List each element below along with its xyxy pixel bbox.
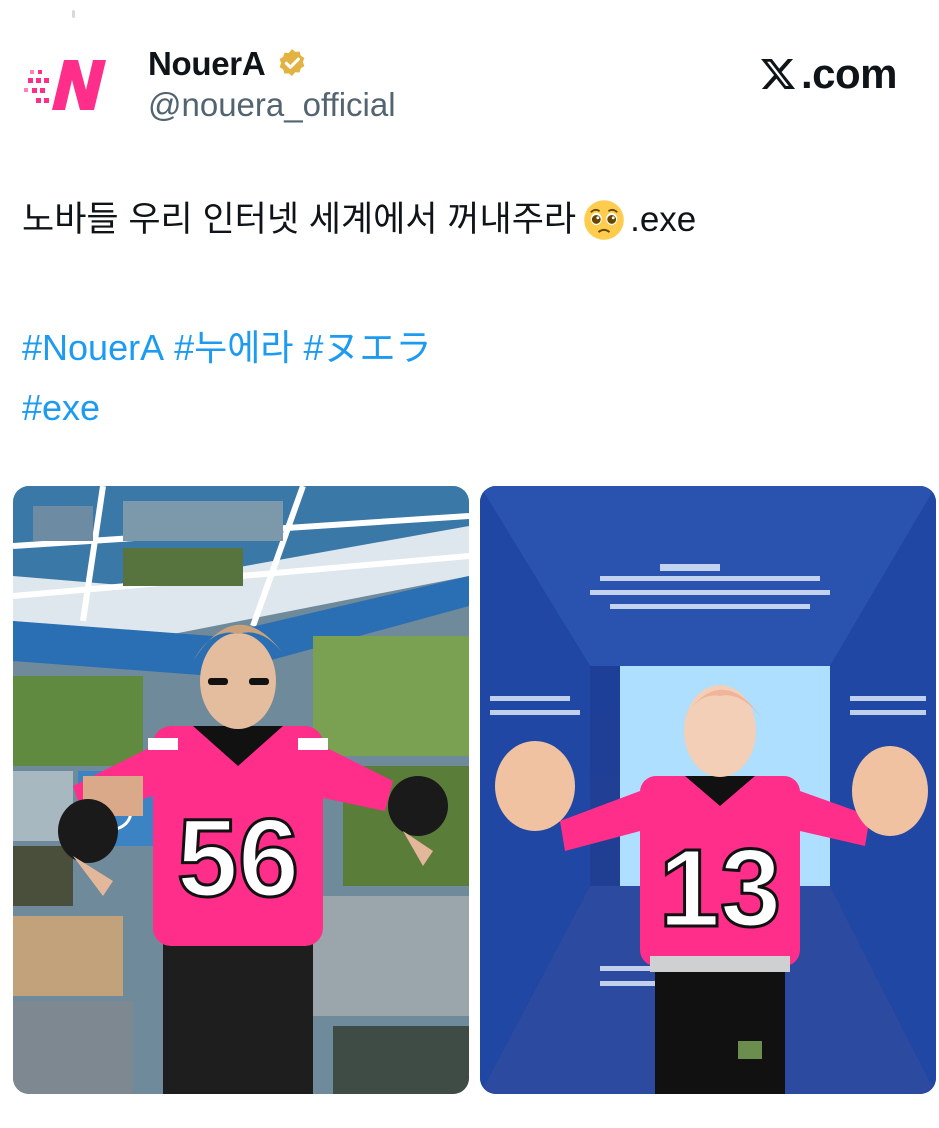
top-handle <box>72 10 75 18</box>
jersey-number-right: 13 <box>659 827 781 950</box>
pleading-face-emoji <box>584 200 624 240</box>
tweet-body: 노바들 우리 인터넷 세계에서 꺼내주라 <box>22 200 577 239</box>
site-link[interactable]: .com <box>759 50 898 98</box>
photo-left[interactable]: 56 <box>13 486 469 1094</box>
hashtag-line-2: #exe <box>22 378 442 438</box>
jersey-number-left: 56 <box>177 797 299 920</box>
site-label: .com <box>800 50 898 97</box>
hashtag-line-1: #NouerA #누에라 #ヌエラ <box>22 318 442 378</box>
tweet-suffix: .exe <box>630 200 697 239</box>
media-grid: 56 13 <box>13 486 936 1094</box>
hashtags: #NouerA #누에라 #ヌエラ #exe <box>22 318 442 438</box>
tweet-header: NouerA @nouera_official .com <box>22 38 917 134</box>
hashtag-nouera-jp[interactable]: #ヌエラ <box>303 327 431 368</box>
x-logo-icon <box>761 58 796 90</box>
hashtag-nouera[interactable]: #NouerA <box>22 327 164 368</box>
hashtag-nouera-kr[interactable]: #누에라 <box>174 327 293 368</box>
nouera-logo-icon[interactable] <box>22 48 118 120</box>
display-name[interactable]: NouerA <box>148 45 266 83</box>
verified-badge-icon <box>280 49 305 77</box>
account-handle[interactable]: @nouera_official <box>148 86 396 124</box>
photo-right[interactable]: 13 <box>480 486 936 1094</box>
hashtag-exe[interactable]: #exe <box>22 387 100 428</box>
tweet-text: 노바들 우리 인터넷 세계에서 꺼내주라 .exe <box>22 196 696 244</box>
